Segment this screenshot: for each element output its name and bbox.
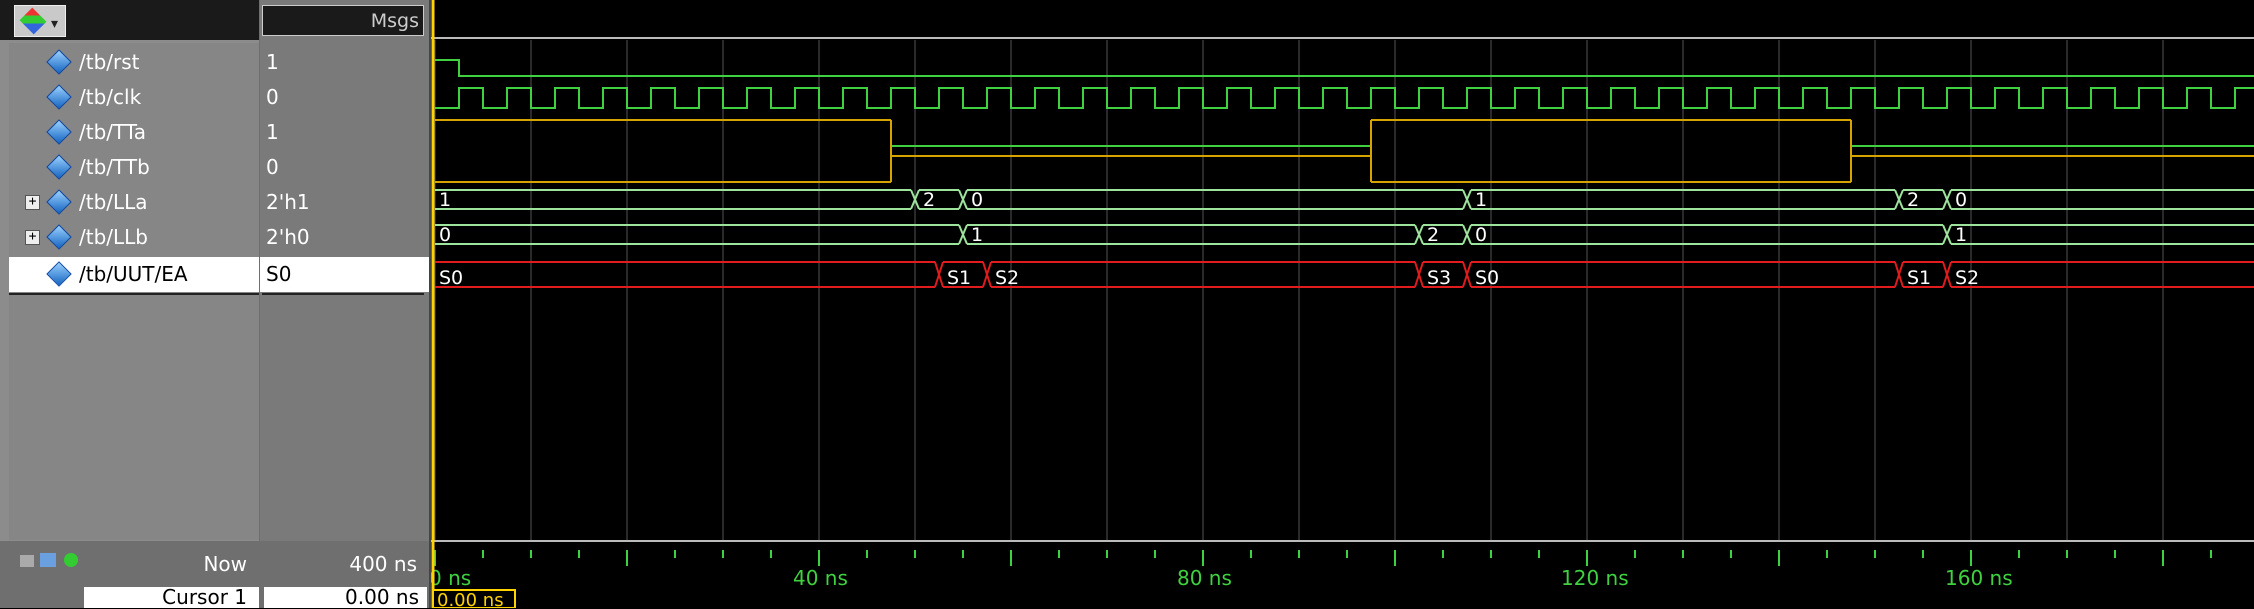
signal-name: /tb/clk [79,85,142,109]
signal-value: 2'h0 [266,225,310,249]
lla-bus-label: 1 [1475,189,1487,211]
wave-tool-icon [19,7,47,35]
llb-bus-label: 1 [971,224,983,246]
status-name-panel: Now Cursor 1 [0,541,259,609]
value-pane-header: Msgs [262,5,424,36]
ea-bus-label: S2 [995,267,1019,289]
signal-name: /tb/LLb [79,225,148,249]
timeline-label: 80 ns [1177,566,1232,590]
signal-name-pane: ▾ /tb/rst/tb/clk/tb/TTa/tb/TTb + /tb/LLa + /… [0,0,259,609]
waveform-pane[interactable]: 1 2 0 1 2 0 0 1 2 0 1 S0 S1 S2 S3 S0 S1 S2 0 ns 40 ns 80 ns 1… [431,0,2254,608]
signal-value: 1 [266,120,279,144]
value-row[interactable]: 1 [260,45,429,80]
lla-bus-label: 2 [923,189,935,211]
signal-row[interactable]: /tb/UUT/EA [9,257,259,292]
wave-header [431,0,2254,38]
value-header-label: Msgs [370,10,419,32]
ea-bus-label: S3 [1427,267,1451,289]
signal-value: 2'h1 [266,190,310,214]
selected-signal-underline [9,293,259,295]
wave-tool-button[interactable]: ▾ [14,5,66,37]
name-pane-header: ▾ [0,0,259,40]
cursor-label: Cursor 1 [162,585,247,609]
signal-name: /tb/UUT/EA [79,262,188,286]
waveform-canvas[interactable]: 1 2 0 1 2 0 0 1 2 0 1 S0 S1 S2 S3 S0 S1 S2 0 ns 40 ns 80 ns 1… [431,0,2254,608]
cursor-value-box[interactable]: 0.00 ns [264,585,427,609]
rst-wave [435,59,2254,77]
value-row[interactable]: 1 [260,115,429,150]
add-cursor-icon[interactable] [64,553,78,567]
signal-value: S0 [266,262,292,286]
clk-wave [435,87,2254,109]
ea-bus-label: S0 [439,267,463,289]
expand-icon[interactable]: + [25,230,40,245]
signal-diamond-icon [46,189,72,215]
signal-diamond-icon [46,49,72,75]
timeline-label: 40 ns [793,566,848,590]
ea-bus-label: S1 [947,267,971,289]
monitor-icon[interactable] [40,553,56,567]
chevron-down-icon: ▾ [51,16,59,32]
signal-row[interactable]: + /tb/LLb [9,220,259,255]
signal-diamond-icon [46,154,72,180]
now-label: Now [203,552,247,576]
llb-bus-label: 2 [1427,224,1439,246]
ea-bus-label: S2 [1955,267,1979,289]
value-row[interactable]: 0 [260,150,429,185]
signal-name: /tb/LLa [79,190,148,214]
signal-row[interactable]: /tb/rst [9,45,259,80]
llb-bus-label: 1 [1955,224,1967,246]
expand-icon[interactable]: + [25,195,40,210]
signal-row[interactable]: /tb/TTb [9,150,259,185]
cursor-value: 0.00 ns [345,585,419,609]
signal-name: /tb/TTb [79,155,150,179]
ea-bus-label: S0 [1475,267,1499,289]
timeline-label: 160 ns [1945,566,2013,590]
signal-value: 1 [266,50,279,74]
status-value-panel: 400 ns 0.00 ns [260,541,429,609]
lla-bus-label: 1 [439,189,451,211]
signal-diamond-icon [46,119,72,145]
cursor-label-box[interactable]: Cursor 1 [84,585,259,609]
llb-bus-label: 0 [439,224,451,246]
llb-bus-label: 0 [1475,224,1487,246]
signal-row[interactable]: /tb/TTa [9,115,259,150]
timeline-label: 0 ns [431,566,471,590]
signal-diamond-icon [46,224,72,250]
selected-value-underline [262,293,424,295]
signal-row[interactable]: /tb/clk [9,80,259,115]
value-row[interactable]: 0 [260,80,429,115]
lla-bus-label: 0 [971,189,983,211]
now-value: 400 ns [349,552,417,576]
lla-bus-label: 2 [1907,189,1919,211]
timeline-label: 120 ns [1561,566,1629,590]
signal-diamond-icon [46,84,72,110]
signal-diamond-icon [46,261,72,287]
cursor-time-label: 0.00 ns [437,590,504,608]
signal-value: 0 [266,155,279,179]
signal-value-pane: Msgs 1 0 1 0 2'h1 2'h0 S0 400 ns 0.00 ns [260,0,429,609]
ea-bus-label: S1 [1907,267,1931,289]
lla-bus-label: 0 [1955,189,1967,211]
signal-value: 0 [266,85,279,109]
value-row[interactable]: 2'h1 [260,185,429,220]
value-row[interactable]: S0 [260,257,429,292]
signal-row[interactable]: + /tb/LLa [9,185,259,220]
signal-name: /tb/rst [79,50,140,74]
lock-icon[interactable] [20,555,34,567]
value-row[interactable]: 2'h0 [260,220,429,255]
signal-name: /tb/TTa [79,120,147,144]
